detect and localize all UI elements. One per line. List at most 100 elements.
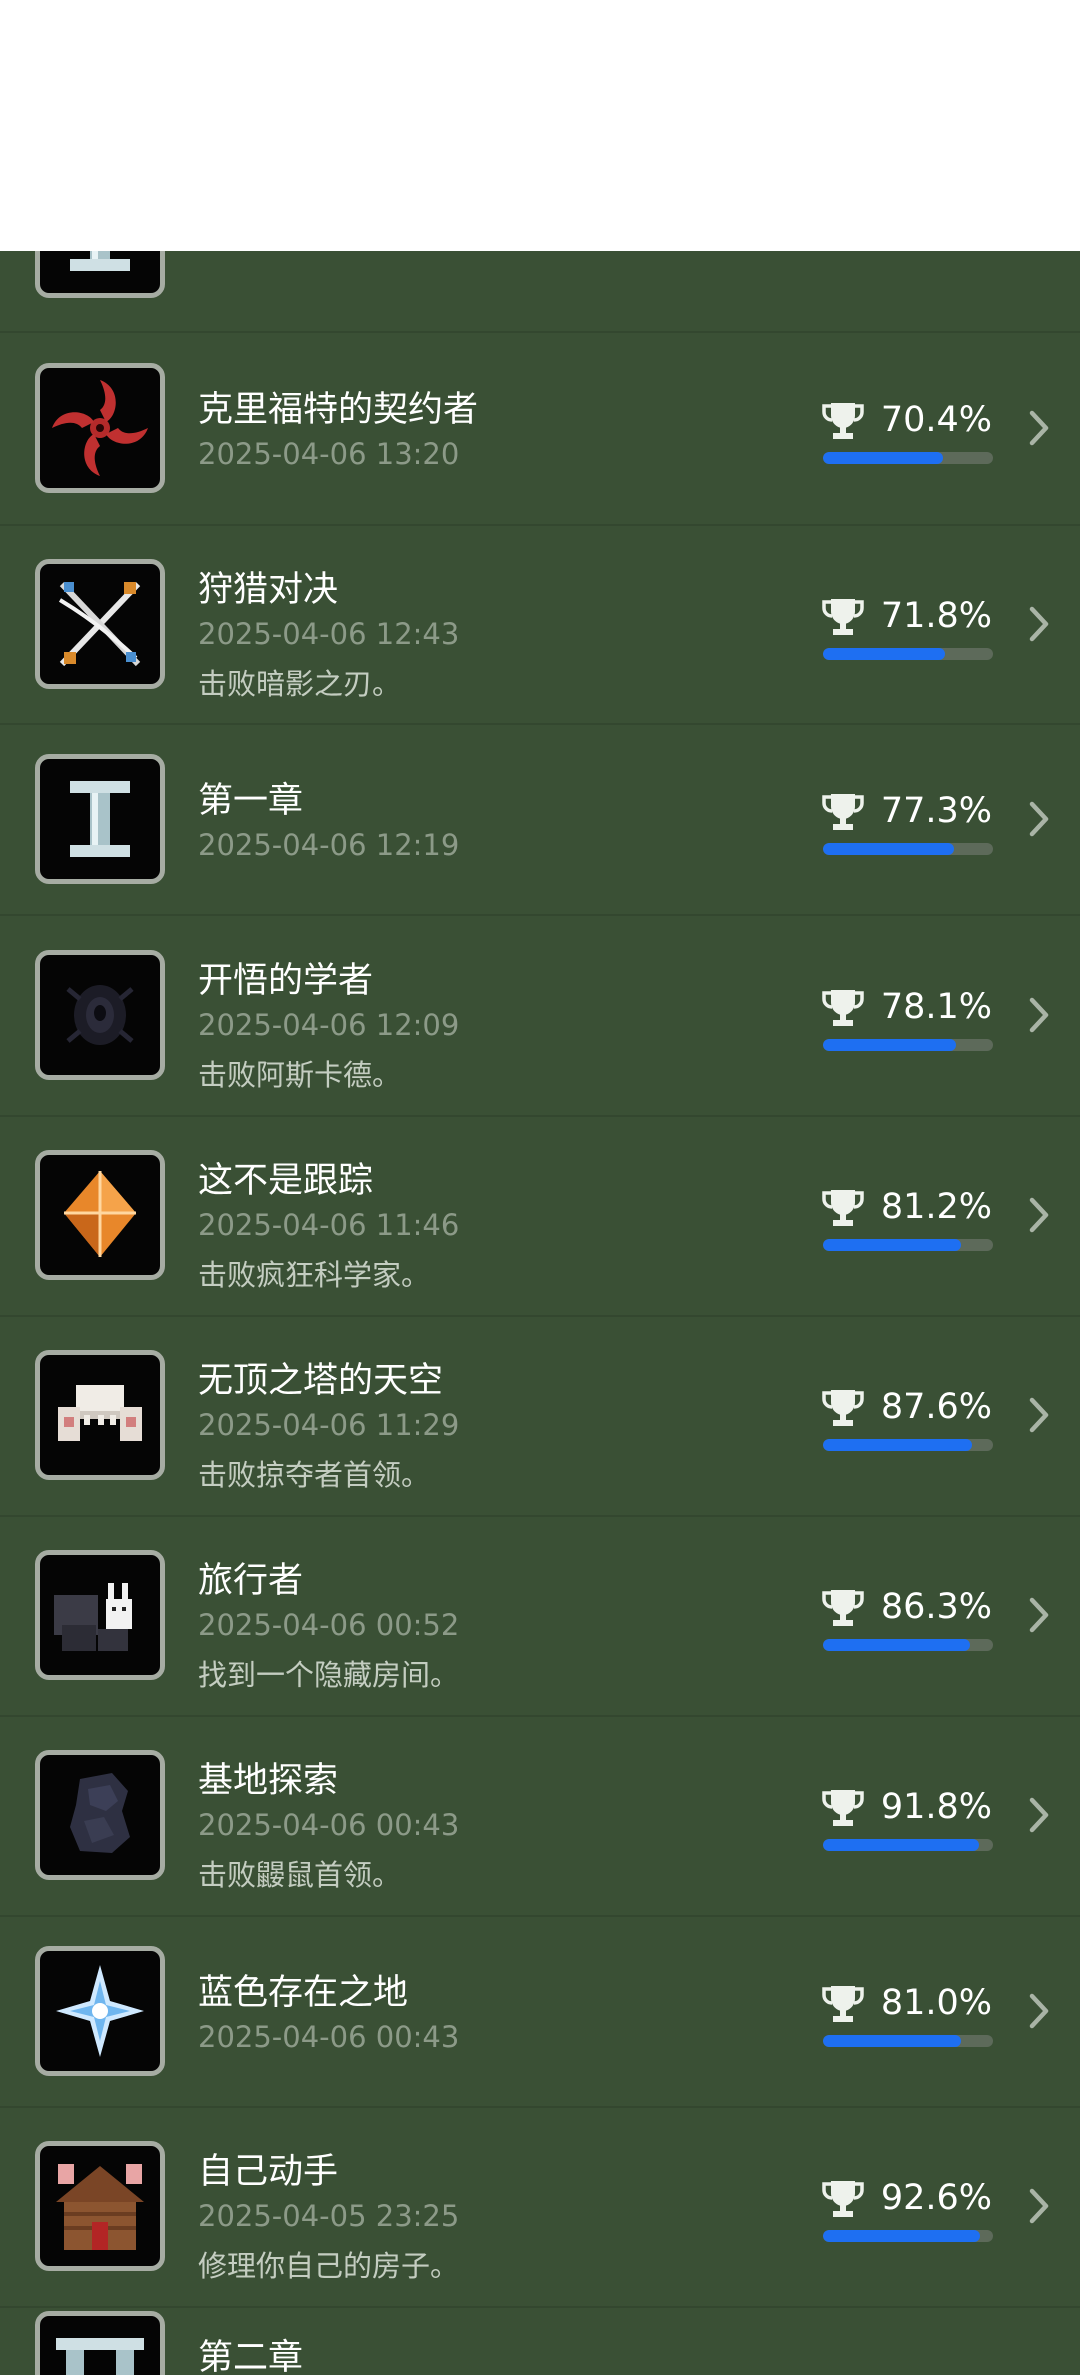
achievement-description: 找到一个隐藏房间。 (198, 1658, 460, 1692)
progress-bar-fill (823, 1038, 956, 1051)
progress-bar-fill (823, 1639, 970, 1651)
achievement-row[interactable]: 克里福特的契约者 2025-04-06 13:20 70.4% (0, 331, 1080, 526)
achievement-date: 2025-04-06 12:19 (198, 827, 460, 862)
trophy-icon (822, 792, 864, 832)
chevron-right-icon[interactable] (1025, 1795, 1053, 1835)
chevron-right-icon[interactable] (1025, 604, 1053, 644)
trophy-icon (822, 1984, 864, 2024)
unlock-percentage: 71.8% (880, 595, 992, 636)
achievement-row[interactable]: 蓝色存在之地 2025-04-06 00:43 81.0% (0, 1915, 1080, 2108)
chevron-right-icon[interactable] (1025, 799, 1053, 839)
trophy-icon (822, 2179, 864, 2219)
chevron-right-icon[interactable] (1025, 408, 1053, 448)
unlock-percentage: 77.3% (880, 790, 992, 831)
progress-bar-fill (823, 2230, 981, 2242)
roman-one-icon (35, 251, 165, 298)
progress-bar-fill (823, 1839, 980, 1851)
achievement-description: 击败暗影之刃。 (198, 666, 402, 701)
achievement-row[interactable]: 狩猎对决 2025-04-06 12:43 击败暗影之刃。 71.8% (0, 524, 1080, 725)
progress-bar (823, 1038, 993, 1051)
achievement-row[interactable]: 第一章 2025-04-06 12:19 77.3% (0, 723, 1080, 916)
dark-creature-icon (35, 1750, 165, 1880)
chevron-right-icon[interactable] (1025, 1595, 1053, 1635)
achievement-description: 击败疯狂科学家。 (198, 1258, 431, 1292)
achievement-date: 2025-04-06 12:43 (198, 616, 460, 651)
achievement-description: 击败鼹鼠首领。 (198, 1858, 402, 1892)
achievement-title: 旅行者 (198, 1561, 304, 1601)
progress-bar (823, 1239, 993, 1251)
achievement-row[interactable]: 第二章 (0, 2306, 1080, 2375)
progress-bar-fill (823, 451, 943, 464)
unlock-percentage: 91.8% (880, 1787, 992, 1827)
progress-bar (823, 2230, 993, 2242)
achievement-description: 击败阿斯卡德。 (198, 1057, 402, 1092)
achievement-row[interactable]: 无顶之塔的天空 2025-04-06 11:29 击败掠夺者首领。 87.6% (0, 1315, 1080, 1517)
achievement-date: 2025-04-06 00:52 (198, 1608, 460, 1642)
trophy-icon (822, 988, 864, 1028)
achievement-date: 2025-04-05 23:25 (198, 2199, 460, 2233)
achievement-date: 2025-04-06 12:09 (198, 1007, 460, 1042)
trophy-icon (822, 1588, 864, 1628)
progress-bar (823, 1639, 993, 1651)
unlock-percentage: 81.2% (880, 1187, 992, 1227)
progress-bar-fill (823, 2034, 961, 2047)
progress-bar-fill (823, 1439, 972, 1451)
dark-orb-icon (35, 949, 165, 1080)
trophy-icon (822, 1788, 864, 1828)
achievement-title: 第一章 (198, 780, 304, 821)
unlock-percentage: 86.3% (880, 1587, 992, 1627)
unlock-percentage: 78.1% (880, 986, 992, 1027)
achievement-title: 自己动手 (198, 2152, 339, 2192)
achievement-title: 克里福特的契约者 (198, 389, 479, 430)
achievement-title: 基地探索 (198, 1761, 339, 1801)
house-icon (35, 2141, 165, 2271)
trophy-icon (822, 401, 864, 441)
achievement-title: 第二章 (198, 2338, 304, 2375)
achievement-title: 这不是跟踪 (198, 1161, 374, 1201)
achievement-title: 狩猎对决 (198, 569, 339, 610)
rabbit-rubble-icon (35, 1550, 165, 1680)
crossed-blades-icon (35, 558, 165, 689)
trophy-icon (822, 1388, 864, 1428)
achievement-title: 开悟的学者 (198, 960, 374, 1001)
top-white-bar (0, 0, 1080, 251)
red-sigil-icon (35, 362, 165, 493)
achievement-row[interactable]: 2025-04-06 13:23 (0, 251, 1080, 333)
trophy-icon (822, 597, 864, 637)
progress-bar (823, 451, 993, 464)
progress-bar (823, 2034, 993, 2047)
achievement-row[interactable]: 旅行者 2025-04-06 00:52 找到一个隐藏房间。 86.3% (0, 1515, 1080, 1717)
achievement-date: 2025-04-06 13:20 (198, 436, 460, 471)
achievement-date: 2025-04-06 11:29 (198, 1408, 460, 1442)
achievement-date: 2025-04-06 00:43 (198, 1808, 460, 1842)
unlock-percentage: 70.4% (880, 399, 992, 440)
progress-bar (823, 1839, 993, 1851)
chevron-right-icon[interactable] (1025, 2186, 1053, 2226)
chevron-right-icon[interactable] (1025, 1195, 1053, 1235)
progress-bar-fill (823, 1239, 962, 1251)
achievement-row[interactable]: 自己动手 2025-04-05 23:25 修理你自己的房子。 92.6% (0, 2106, 1080, 2308)
achievement-date: 2025-04-06 11:46 (198, 1208, 460, 1242)
achievement-list[interactable]: 2025-04-06 13:23 克里福特的契约者 2025-04-06 13:20… (0, 251, 1080, 2375)
achievement-date: 2025-04-06 00:43 (198, 2019, 460, 2054)
progress-bar-fill (823, 647, 946, 660)
chevron-right-icon[interactable] (1025, 995, 1053, 1035)
unlock-percentage: 92.6% (880, 2178, 992, 2218)
achievement-description: 击败掠夺者首领。 (198, 1458, 431, 1492)
achievement-row[interactable]: 开悟的学者 2025-04-06 12:09 击败阿斯卡德。 78.1% (0, 914, 1080, 1117)
chevron-right-icon[interactable] (1025, 1395, 1053, 1435)
progress-bar (823, 1439, 993, 1451)
achievement-row[interactable]: 这不是跟踪 2025-04-06 11:46 击败疯狂科学家。 81.2% (0, 1115, 1080, 1317)
trophy-icon (822, 1188, 864, 1228)
progress-bar (823, 842, 993, 855)
achievement-title: 蓝色存在之地 (198, 1972, 409, 2013)
roman-two-icon (35, 2311, 165, 2375)
roman-one-icon (35, 753, 165, 884)
chevron-right-icon[interactable] (1025, 1991, 1053, 2031)
progress-bar-fill (823, 842, 955, 855)
unlock-percentage: 87.6% (880, 1387, 992, 1427)
unlock-percentage: 81.0% (880, 1982, 992, 2023)
blue-spark-icon (35, 1945, 165, 2076)
achievement-row[interactable]: 基地探索 2025-04-06 00:43 击败鼹鼠首领。 91.8% (0, 1715, 1080, 1917)
achievement-title: 无顶之塔的天空 (198, 1361, 444, 1401)
